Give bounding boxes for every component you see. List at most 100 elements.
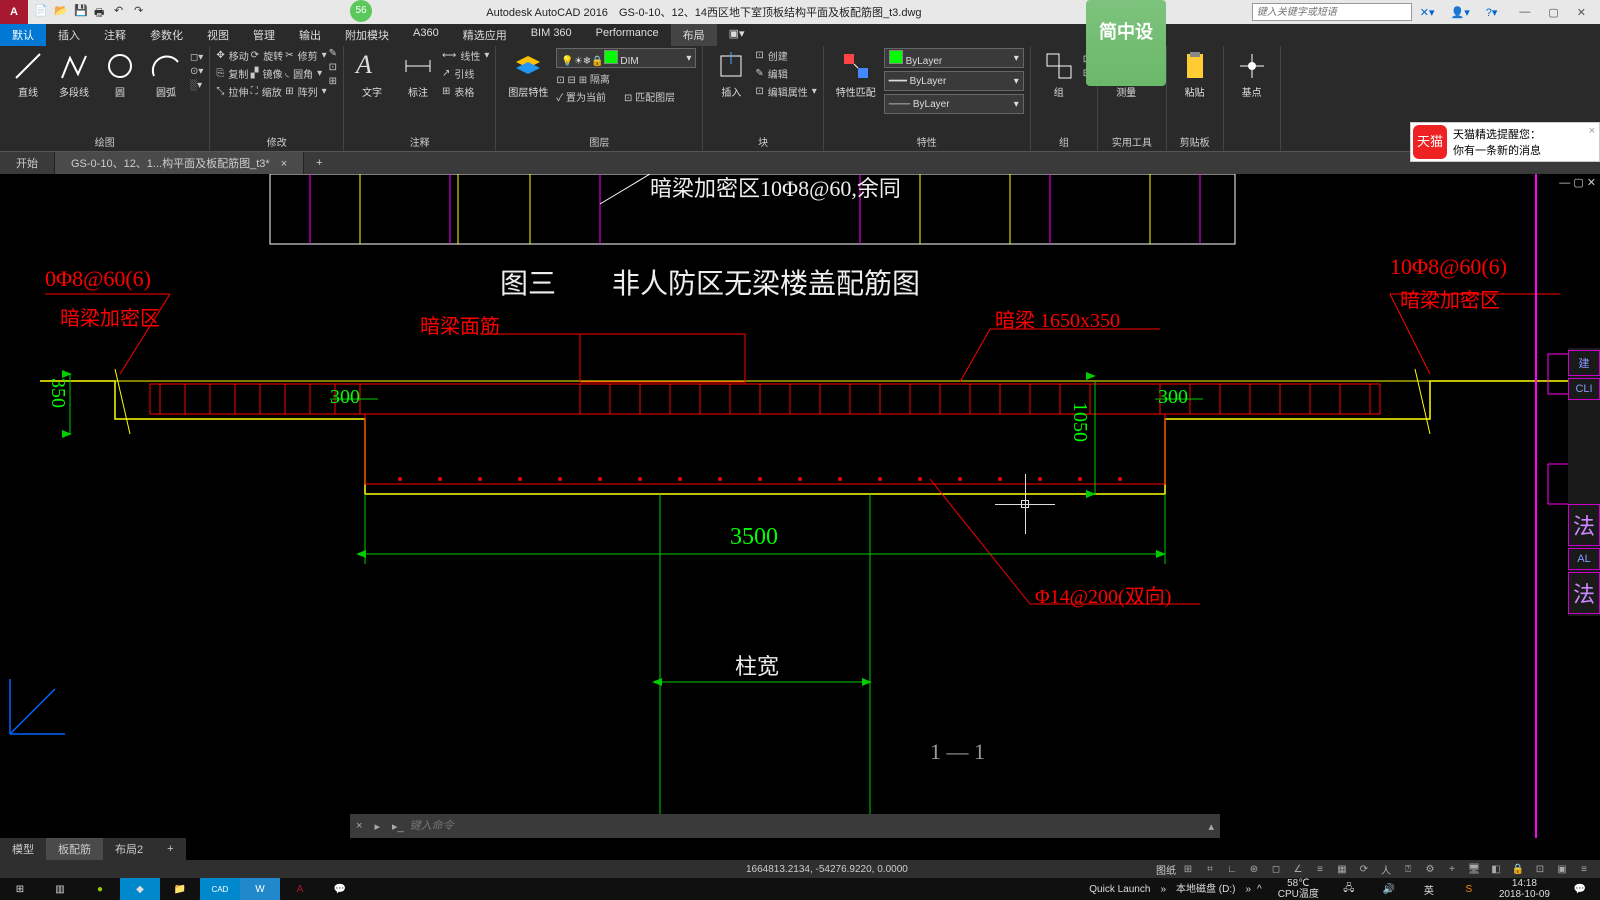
- modify-ex2[interactable]: ⊡: [329, 62, 337, 73]
- action-center-icon[interactable]: 💬: [1560, 878, 1600, 900]
- ortho-icon[interactable]: ∟: [1222, 861, 1242, 877]
- wechat-icon[interactable]: 💬: [320, 878, 360, 900]
- line-button[interactable]: 直线: [6, 48, 50, 101]
- help-search-input[interactable]: [1252, 3, 1412, 21]
- close-button[interactable]: ✕: [1577, 6, 1586, 19]
- match-props[interactable]: 特性匹配: [830, 48, 882, 101]
- start-button[interactable]: ⊞: [0, 878, 40, 900]
- basepoint-button[interactable]: 基点: [1230, 48, 1274, 101]
- gear-icon[interactable]: ⚙: [1420, 861, 1440, 877]
- table-button[interactable]: ⊞ 表格: [442, 84, 489, 99]
- edit-block[interactable]: ✎ 编辑: [755, 66, 816, 81]
- tab-a360[interactable]: A360: [401, 24, 451, 46]
- tab-output[interactable]: 输出: [287, 24, 333, 46]
- side-palette[interactable]: 建CLI 法AL法: [1568, 348, 1600, 616]
- rotate-button[interactable]: ⟳ 旋转: [251, 48, 283, 63]
- doc-min-icon[interactable]: —: [1559, 177, 1570, 189]
- lineweight-dropdown[interactable]: ━━━ ByLayer▾: [884, 71, 1024, 91]
- otrack-icon[interactable]: ∠: [1288, 861, 1308, 877]
- lock-icon[interactable]: 🔒: [1508, 861, 1528, 877]
- lwt-icon[interactable]: ≡: [1310, 861, 1330, 877]
- status-space[interactable]: 图纸: [1156, 862, 1176, 877]
- doc-close-icon[interactable]: ✕: [1587, 177, 1596, 189]
- layer-match[interactable]: ⊡ 匹配图层: [624, 89, 675, 104]
- qat-open-icon[interactable]: 📂: [54, 4, 70, 20]
- help-icon[interactable]: ?▾: [1478, 6, 1506, 19]
- maximize-button[interactable]: ▢: [1548, 6, 1558, 19]
- tray-ime-icon[interactable]: 英: [1409, 878, 1449, 900]
- modify-ex3[interactable]: ⊞: [329, 76, 337, 87]
- scale-button[interactable]: ⛶ 缩放: [251, 84, 283, 99]
- draw-more-3[interactable]: ░▾: [190, 80, 203, 91]
- tray-sogou-icon[interactable]: S: [1449, 878, 1489, 900]
- exchange-icon[interactable]: ✕▾: [1412, 6, 1443, 19]
- paste-button[interactable]: 粘贴: [1173, 48, 1217, 101]
- qat-save-icon[interactable]: 💾: [74, 4, 90, 20]
- command-input[interactable]: [410, 820, 1203, 832]
- tab-performance[interactable]: Performance: [584, 24, 671, 46]
- tab-extra-icon[interactable]: ▣▾: [717, 24, 757, 46]
- edit-attr[interactable]: ⊡ 编辑属性 ▾: [755, 84, 816, 99]
- iso-icon[interactable]: ◧: [1486, 861, 1506, 877]
- notification-badge[interactable]: 56: [350, 0, 372, 22]
- tab-featured[interactable]: 精选应用: [451, 24, 519, 46]
- tab-view[interactable]: 视图: [195, 24, 241, 46]
- app1-icon[interactable]: ●: [80, 878, 120, 900]
- layout-add[interactable]: +: [155, 840, 185, 858]
- tab-parametric[interactable]: 参数化: [138, 24, 195, 46]
- text-button[interactable]: A文字: [350, 48, 394, 101]
- layer-dropdown[interactable]: 💡☀❄🔒 DIM▾: [556, 48, 696, 68]
- layer-iso[interactable]: ⊡ ⊟ ⊞ 隔离: [556, 71, 609, 86]
- layer-props-button[interactable]: 图层特性: [502, 48, 554, 101]
- clean-icon[interactable]: ▣: [1552, 861, 1572, 877]
- qat-new-icon[interactable]: 📄: [34, 4, 50, 20]
- draw-more-2[interactable]: ⊙▾: [190, 66, 203, 77]
- customize-icon[interactable]: ≡: [1574, 861, 1594, 877]
- leader-button[interactable]: ↗ 引线: [442, 66, 489, 81]
- tab-manage[interactable]: 管理: [241, 24, 287, 46]
- layout-2[interactable]: 布局2: [103, 838, 155, 860]
- hardware-icon[interactable]: ⊡: [1530, 861, 1550, 877]
- grid-icon[interactable]: ⊞: [1178, 861, 1198, 877]
- linetype-dropdown[interactable]: ─── ByLayer▾: [884, 94, 1024, 114]
- app-logo[interactable]: A: [0, 0, 28, 24]
- app2-icon[interactable]: ◆: [120, 878, 160, 900]
- cad-icon[interactable]: CAD: [200, 878, 240, 900]
- cmd-history-icon[interactable]: ▸: [368, 820, 386, 833]
- tab-close-icon[interactable]: ×: [273, 158, 287, 170]
- tray-net-icon[interactable]: 🖧: [1329, 878, 1369, 900]
- ann-icon[interactable]: 人: [1376, 861, 1396, 877]
- modify-ex1[interactable]: ✎: [329, 48, 337, 59]
- layer-set[interactable]: ✓ 置为当前: [556, 89, 606, 104]
- quick-launch[interactable]: Quick Launch: [1079, 884, 1160, 895]
- clock[interactable]: 14:182018-10-09: [1489, 878, 1560, 900]
- tab-insert[interactable]: 插入: [46, 24, 92, 46]
- autocad-icon[interactable]: A: [280, 878, 320, 900]
- color-dropdown[interactable]: ByLayer▾: [884, 48, 1024, 68]
- group-button[interactable]: 组: [1037, 48, 1081, 101]
- mirror-button[interactable]: ▞ 镜像: [251, 66, 283, 81]
- cycling-icon[interactable]: ⟳: [1354, 861, 1374, 877]
- tab-file-current[interactable]: GS-0-10、12、1...构平面及板配筋图_t3* ×: [55, 152, 304, 174]
- qat-redo-icon[interactable]: ↷: [134, 4, 150, 20]
- draw-more-1[interactable]: ◻▾: [190, 52, 203, 63]
- trim-button[interactable]: ✂ 修剪 ▾: [285, 48, 326, 63]
- disk-label[interactable]: 本地磁盘 (D:): [1166, 884, 1245, 895]
- doc-max-icon[interactable]: ▢: [1573, 177, 1583, 189]
- ann-scale-icon[interactable]: ⍰: [1398, 861, 1418, 877]
- plus-icon[interactable]: +: [1442, 861, 1462, 877]
- transparency-icon[interactable]: ▦: [1332, 861, 1352, 877]
- polar-icon[interactable]: ⊛: [1244, 861, 1264, 877]
- tray-expand-icon[interactable]: ^: [1251, 884, 1268, 895]
- tab-start[interactable]: 开始: [0, 152, 55, 174]
- array-button[interactable]: ⊞ 阵列 ▾: [285, 84, 326, 99]
- layout-model[interactable]: 模型: [0, 838, 46, 860]
- cmd-expand-icon[interactable]: ▴: [1202, 820, 1220, 833]
- tray-vol-icon[interactable]: 🔊: [1369, 878, 1409, 900]
- arc-button[interactable]: 圆弧: [144, 48, 188, 101]
- copy-button[interactable]: ⎘ 复制: [216, 66, 248, 81]
- move-button[interactable]: ✥ 移动: [216, 48, 248, 63]
- notification-popup[interactable]: 天猫 天猫精选提醒您：你有一条新的消息 ×: [1410, 122, 1600, 162]
- qat-undo-icon[interactable]: ↶: [114, 4, 130, 20]
- linear-button[interactable]: ⟷ 线性 ▾: [442, 48, 489, 63]
